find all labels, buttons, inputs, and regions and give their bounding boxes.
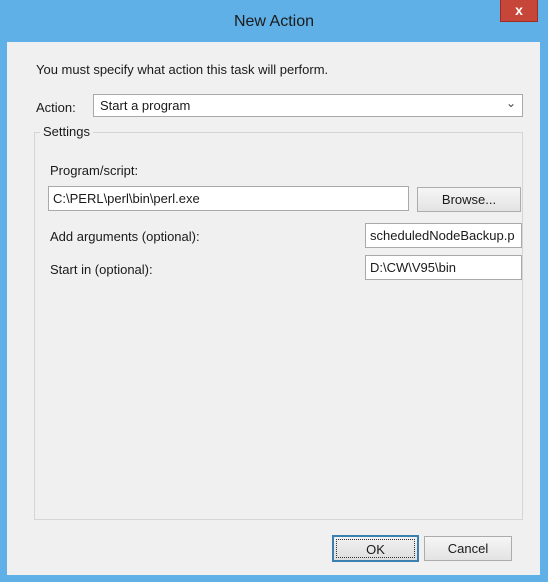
program-script-label: Program/script: <box>50 163 139 178</box>
action-label: Action: <box>36 100 76 115</box>
action-select-value: Start a program <box>100 98 191 113</box>
arguments-value: scheduledNodeBackup.p <box>370 228 515 243</box>
settings-group-title: Settings <box>40 124 93 139</box>
program-script-input[interactable]: C:\PERL\perl\bin\perl.exe <box>48 186 409 211</box>
focus-rectangle <box>336 539 415 558</box>
start-in-label: Start in (optional): <box>50 262 153 277</box>
arguments-input[interactable]: scheduledNodeBackup.p <box>365 223 522 248</box>
program-script-value: C:\PERL\perl\bin\perl.exe <box>53 191 200 206</box>
cancel-button[interactable]: Cancel <box>424 536 512 561</box>
window-title: New Action <box>233 13 315 30</box>
close-button[interactable]: x <box>500 0 538 22</box>
browse-button[interactable]: Browse... <box>417 187 521 212</box>
start-in-input[interactable]: D:\CW\V95\bin <box>365 255 522 280</box>
chevron-down-icon: ⌄ <box>505 96 516 110</box>
action-select[interactable]: Start a program ⌄ <box>93 94 523 117</box>
instruction-text: You must specify what action this task w… <box>36 62 329 77</box>
dialog-body: You must specify what action this task w… <box>7 42 540 575</box>
arguments-label: Add arguments (optional): <box>50 229 200 244</box>
ok-button[interactable]: OK <box>332 535 419 562</box>
close-icon: x <box>515 2 523 18</box>
title-bar[interactable]: New Action x <box>0 0 548 42</box>
new-action-dialog: New Action x You must specify what actio… <box>0 0 548 582</box>
start-in-value: D:\CW\V95\bin <box>370 260 456 275</box>
